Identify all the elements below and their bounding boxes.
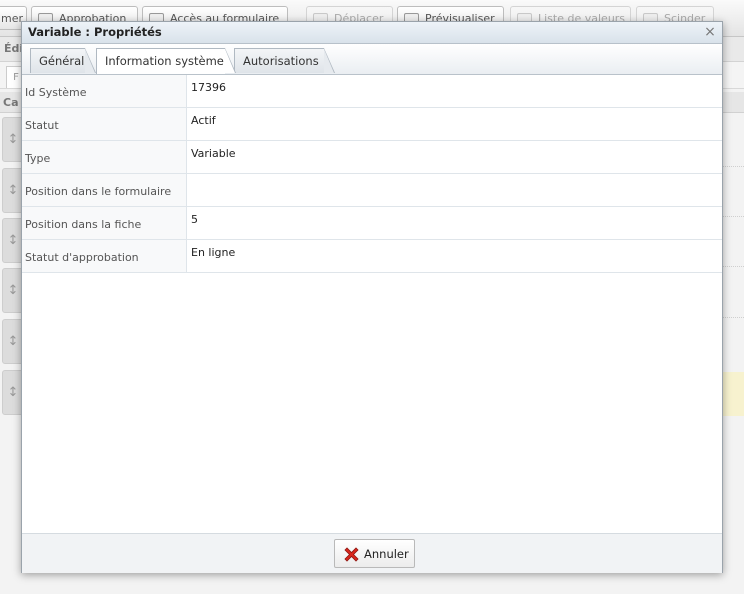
red-x-icon: [344, 547, 359, 562]
close-icon[interactable]: ×: [703, 24, 717, 40]
properties-dialog: Variable : Propriétés × Général Informat…: [21, 21, 723, 573]
properties-table: Id Système 17396 Statut Actif Type Varia…: [22, 75, 722, 273]
property-value: [186, 173, 722, 207]
table-row: Statut d'approbation En ligne: [22, 239, 722, 273]
property-label: Statut d'approbation: [22, 239, 187, 273]
cancel-button-label: Annuler: [364, 547, 409, 561]
bg-button-label: mer: [1, 12, 24, 25]
property-label: Position dans le formulaire: [22, 173, 187, 207]
table-row: Id Système 17396: [22, 75, 722, 108]
bg-column-label: Ca: [3, 96, 19, 109]
bg-highlight: [722, 372, 744, 416]
cancel-button[interactable]: Annuler: [334, 539, 415, 568]
property-label: Type: [22, 140, 187, 174]
property-label: Position dans la fiche: [22, 206, 187, 240]
table-row: Position dans le formulaire: [22, 173, 722, 207]
property-label: Statut: [22, 107, 187, 141]
property-value: 17396: [186, 75, 722, 108]
property-value: En ligne: [186, 239, 722, 273]
dialog-footer: Annuler: [22, 533, 722, 573]
property-value: Variable: [186, 140, 722, 174]
dialog-tabbar: Général Information système Autorisation…: [22, 44, 722, 75]
table-row: Position dans la fiche 5: [22, 206, 722, 240]
tab-system-information[interactable]: Information système: [96, 48, 236, 74]
dialog-titlebar[interactable]: Variable : Propriétés ×: [22, 22, 722, 44]
table-row: Statut Actif: [22, 107, 722, 141]
property-value: Actif: [186, 107, 722, 141]
property-value: 5: [186, 206, 722, 240]
dialog-content: Id Système 17396 Statut Actif Type Varia…: [22, 75, 722, 533]
dialog-title: Variable : Propriétés: [28, 25, 162, 39]
tab-permissions[interactable]: Autorisations: [234, 48, 335, 73]
table-row: Type Variable: [22, 140, 722, 174]
property-label: Id Système: [22, 75, 187, 108]
tab-general[interactable]: Général: [30, 48, 96, 73]
